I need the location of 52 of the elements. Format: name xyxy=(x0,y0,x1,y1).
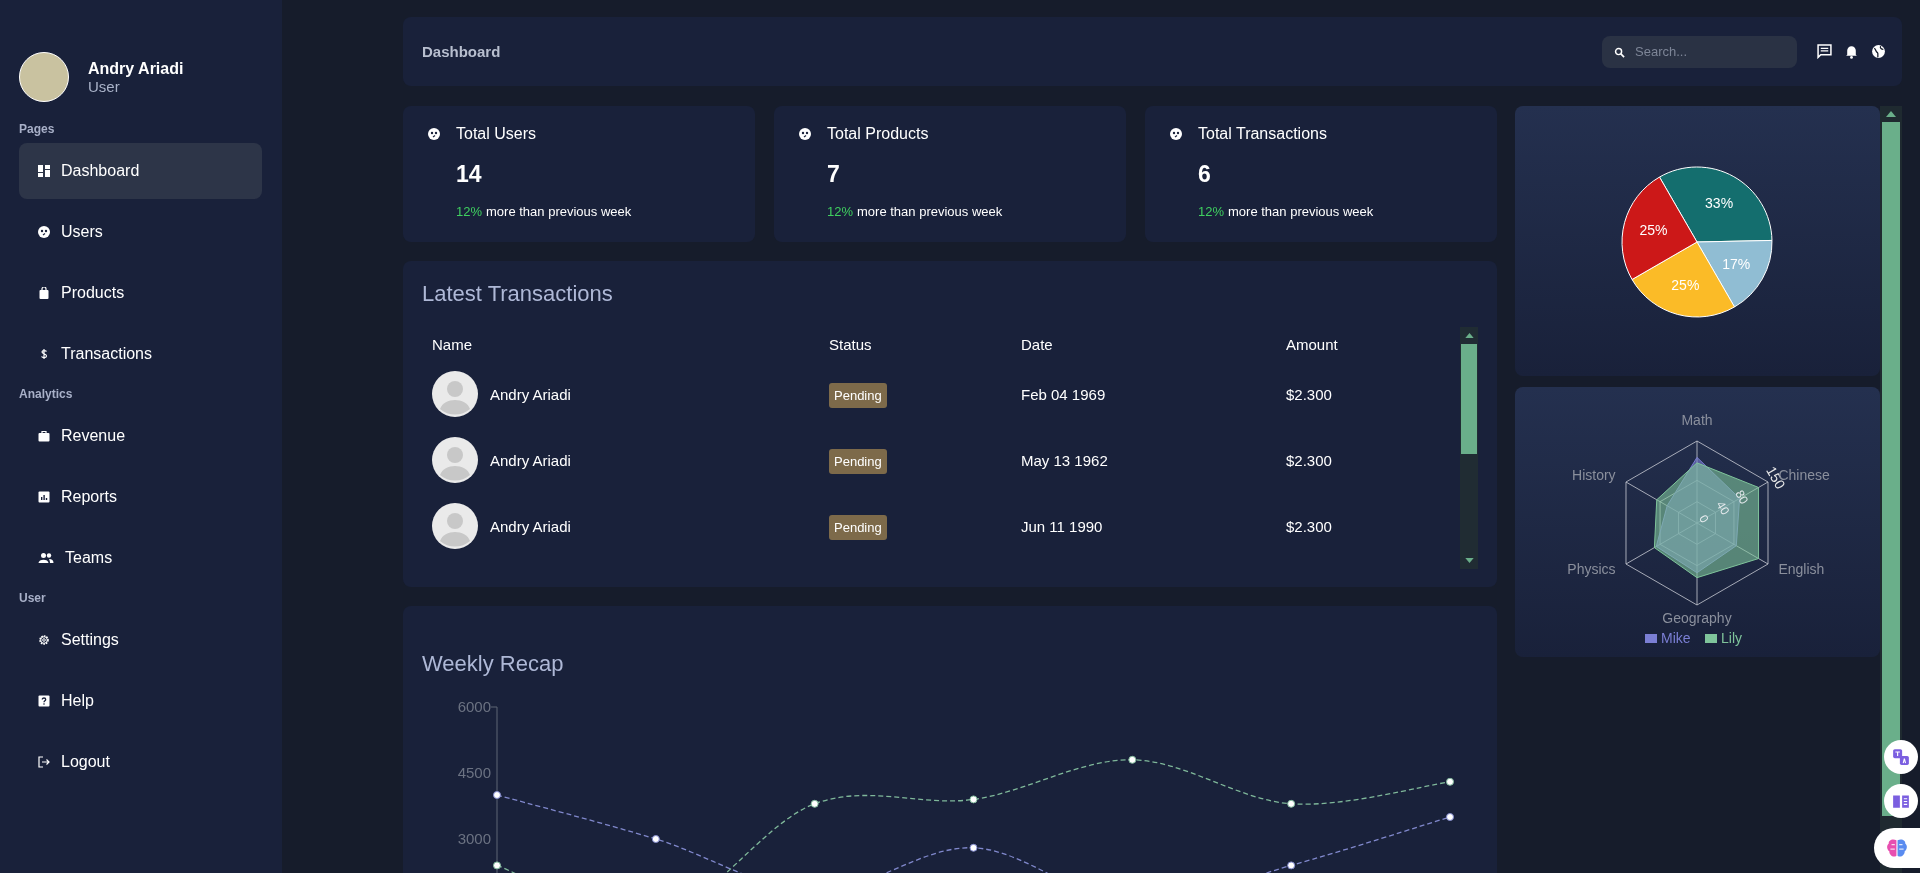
user-name: Andry Ariadi xyxy=(88,59,184,78)
axis-tick-label: 80 xyxy=(1732,487,1752,507)
stat-note: more than previous week xyxy=(486,204,632,219)
axis-label: English xyxy=(1778,561,1825,577)
change-percent: 12% xyxy=(827,204,854,219)
column-header: Status xyxy=(829,335,873,353)
column-header: Date xyxy=(1021,335,1054,353)
y-tick-label: 4500 xyxy=(457,764,491,781)
slice-label: 25% xyxy=(1639,222,1668,239)
status-badge: Pending xyxy=(829,448,887,474)
user-role: User xyxy=(88,77,121,95)
y-tick-label: 3000 xyxy=(457,830,491,847)
slice-label: 17% xyxy=(1722,256,1751,273)
y-axis: 3000 4500 6000 xyxy=(457,698,498,873)
table-cell: Andry Ariadi xyxy=(490,451,571,469)
axis-label: Physics xyxy=(1567,561,1616,577)
table-cell: Andry Ariadi xyxy=(490,385,571,403)
column-header: Name xyxy=(432,335,473,353)
status-badge: Pending xyxy=(829,514,887,540)
stat-value: 14 xyxy=(456,161,483,188)
status-badge: Pending xyxy=(829,382,887,408)
stat-note: more than previous week xyxy=(1228,204,1374,219)
axis-label: History xyxy=(1572,467,1616,483)
stat-value: 7 xyxy=(827,161,841,188)
y-tick-label: 6000 xyxy=(457,698,491,715)
axis-label: Geography xyxy=(1662,610,1732,626)
stat-title: Total Transactions xyxy=(1198,125,1327,143)
table-cell-text: May 13 1962 xyxy=(1021,451,1109,469)
section-label: Pages xyxy=(19,122,56,136)
table-cell-text: $2.300 xyxy=(1286,451,1333,469)
table-cell-text: $2.300 xyxy=(1286,385,1333,403)
page-title: Dashboard xyxy=(422,43,501,60)
stat-title: Total Products xyxy=(827,125,929,143)
stat-note: more than previous week xyxy=(857,204,1003,219)
section-label: User xyxy=(19,591,47,605)
slice-label: 33% xyxy=(1705,194,1734,211)
axis-tick-label: 0 xyxy=(1696,512,1712,526)
table-cell: Andry Ariadi xyxy=(490,517,571,535)
slice-label: 25% xyxy=(1671,277,1700,294)
stat-value: 6 xyxy=(1198,161,1212,188)
table-cell-text: Jun 11 1990 xyxy=(1021,517,1104,535)
stat-title: Total Users xyxy=(456,125,537,143)
axis-label: Math xyxy=(1681,412,1713,428)
section-label: Analytics xyxy=(19,387,74,401)
column-header: Amount xyxy=(1286,335,1339,353)
card-title: Weekly Recap xyxy=(422,651,565,677)
axis-tick-label: 40 xyxy=(1713,498,1733,518)
card-title: Latest Transactions xyxy=(422,281,614,307)
change-percent: 12% xyxy=(1198,204,1225,219)
table-cell-text: Feb 04 1969 xyxy=(1021,385,1107,403)
change-percent: 12% xyxy=(456,204,483,219)
table-cell-text: $2.300 xyxy=(1286,517,1333,535)
